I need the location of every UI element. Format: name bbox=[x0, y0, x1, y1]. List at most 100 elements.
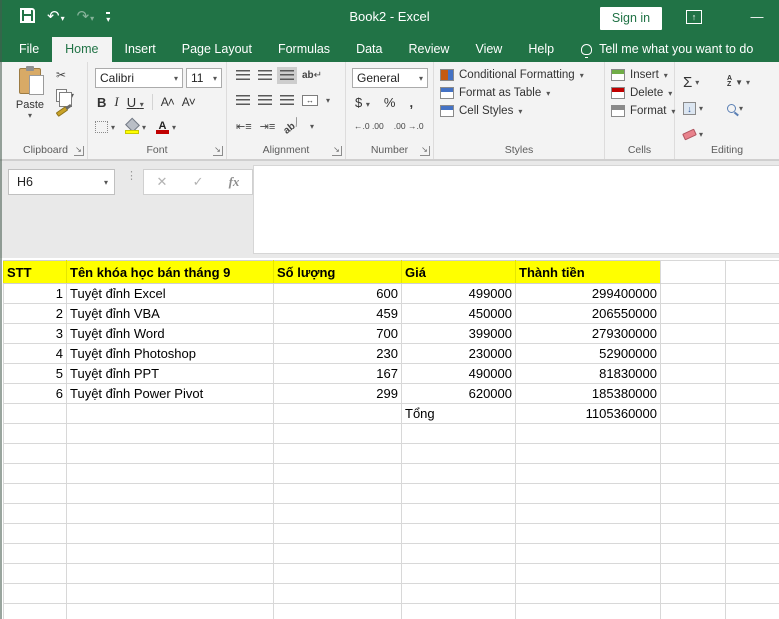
cell[interactable] bbox=[725, 603, 779, 619]
cell[interactable] bbox=[515, 543, 661, 564]
column-header[interactable]: Số lượng bbox=[273, 260, 402, 284]
cell[interactable] bbox=[3, 423, 67, 444]
cell[interactable] bbox=[273, 543, 402, 564]
cell[interactable] bbox=[515, 483, 661, 504]
quantity-cell[interactable]: 299 bbox=[273, 383, 402, 404]
cell[interactable] bbox=[660, 363, 726, 384]
amount-cell[interactable]: 299400000 bbox=[515, 283, 661, 304]
cell[interactable] bbox=[273, 503, 402, 524]
column-header[interactable]: Giá bbox=[401, 260, 516, 284]
ribbon-display-options-icon[interactable]: ↑ bbox=[686, 10, 702, 24]
cell[interactable] bbox=[273, 523, 402, 544]
cell[interactable] bbox=[515, 563, 661, 584]
cell[interactable] bbox=[3, 563, 67, 584]
course-name-cell[interactable]: Tuyệt đỉnh Photoshop bbox=[66, 343, 274, 364]
cell[interactable] bbox=[725, 503, 779, 524]
cell[interactable] bbox=[660, 283, 726, 304]
fill-color-icon[interactable] bbox=[125, 120, 140, 134]
quantity-cell[interactable]: 459 bbox=[273, 303, 402, 324]
cell[interactable] bbox=[515, 523, 661, 544]
increase-indent-icon[interactable]: ⇥≡ bbox=[260, 120, 276, 133]
conditional-formatting-button[interactable]: Conditional Formatting ▾ bbox=[440, 69, 584, 81]
cell[interactable] bbox=[66, 443, 274, 464]
cell[interactable] bbox=[725, 563, 779, 584]
total-label-cell[interactable]: Tổng bbox=[401, 403, 516, 424]
cell[interactable] bbox=[660, 583, 726, 604]
font-name-select[interactable]: Calibri ▾ bbox=[95, 68, 183, 88]
cell[interactable] bbox=[66, 563, 274, 584]
price-cell[interactable]: 620000 bbox=[401, 383, 516, 404]
format-cells-button[interactable]: Format ▾ bbox=[611, 105, 675, 117]
autosum-button[interactable]: Σ ▾ bbox=[683, 74, 727, 91]
course-name-cell[interactable]: Tuyệt đỉnh VBA bbox=[66, 303, 274, 324]
cell[interactable] bbox=[3, 503, 67, 524]
bold-button[interactable]: B bbox=[97, 95, 106, 110]
cell[interactable] bbox=[660, 483, 726, 504]
cell[interactable] bbox=[515, 423, 661, 444]
find-select-button[interactable]: ▾ bbox=[727, 103, 771, 113]
cell[interactable] bbox=[401, 483, 516, 504]
borders-icon[interactable] bbox=[95, 121, 108, 133]
amount-cell[interactable]: 81830000 bbox=[515, 363, 661, 384]
price-cell[interactable]: 499000 bbox=[401, 283, 516, 304]
merge-center-icon[interactable]: ↔ bbox=[302, 95, 318, 106]
increase-decimal-button[interactable]: ←.0 .00 bbox=[354, 121, 384, 131]
cell[interactable] bbox=[3, 443, 67, 464]
decrease-indent-icon[interactable]: ⇤≡ bbox=[236, 120, 252, 133]
cell[interactable] bbox=[660, 343, 726, 364]
cell[interactable] bbox=[725, 283, 779, 304]
cell[interactable] bbox=[660, 523, 726, 544]
format-as-table-button[interactable]: Format as Table ▾ bbox=[440, 87, 584, 99]
grand-total-cell[interactable]: 1105360000 bbox=[515, 403, 661, 424]
cell[interactable] bbox=[3, 583, 67, 604]
cell[interactable] bbox=[66, 503, 274, 524]
cell[interactable] bbox=[660, 543, 726, 564]
clipboard-dialog-launcher[interactable]: ↘ bbox=[74, 146, 84, 156]
cell[interactable] bbox=[401, 603, 516, 619]
cell[interactable] bbox=[660, 503, 726, 524]
cell[interactable] bbox=[725, 543, 779, 564]
cell[interactable] bbox=[3, 603, 67, 619]
tell-me-search[interactable]: Tell me what you want to do bbox=[567, 37, 761, 62]
cell[interactable] bbox=[725, 583, 779, 604]
formula-bar-handle[interactable]: ⋮ bbox=[126, 171, 137, 182]
decrease-font-size-button[interactable]: A˅ bbox=[182, 95, 196, 109]
cell[interactable] bbox=[401, 503, 516, 524]
number-dialog-launcher[interactable]: ↘ bbox=[420, 146, 430, 156]
amount-cell[interactable]: 185380000 bbox=[515, 383, 661, 404]
cut-icon[interactable]: ✂ bbox=[56, 68, 66, 82]
align-right-icon[interactable] bbox=[280, 95, 294, 106]
cell[interactable] bbox=[401, 583, 516, 604]
column-header[interactable]: Tên khóa học bán tháng 9 bbox=[66, 260, 274, 284]
cell[interactable] bbox=[515, 463, 661, 484]
cell[interactable] bbox=[401, 543, 516, 564]
cell[interactable] bbox=[66, 603, 274, 619]
cell-styles-button[interactable]: Cell Styles ▾ bbox=[440, 105, 584, 117]
quantity-cell[interactable]: 230 bbox=[273, 343, 402, 364]
cell[interactable] bbox=[515, 603, 661, 619]
bottom-align-icon[interactable] bbox=[277, 67, 297, 84]
cell[interactable] bbox=[660, 383, 726, 404]
cell[interactable] bbox=[660, 563, 726, 584]
underline-button[interactable]: U ▾ bbox=[127, 95, 144, 110]
name-box[interactable]: H6 ▾ bbox=[8, 169, 115, 195]
tab-formulas[interactable]: Formulas bbox=[265, 37, 343, 62]
tab-review[interactable]: Review bbox=[395, 37, 462, 62]
cell[interactable] bbox=[273, 483, 402, 504]
price-cell[interactable]: 230000 bbox=[401, 343, 516, 364]
cell[interactable] bbox=[401, 423, 516, 444]
cell[interactable] bbox=[66, 523, 274, 544]
stt-cell[interactable]: 1 bbox=[3, 283, 67, 304]
cell[interactable] bbox=[660, 260, 726, 284]
cell[interactable] bbox=[660, 603, 726, 619]
cell[interactable] bbox=[660, 443, 726, 464]
price-cell[interactable]: 399000 bbox=[401, 323, 516, 344]
cell[interactable] bbox=[273, 443, 402, 464]
cell[interactable] bbox=[660, 323, 726, 344]
number-format-select[interactable]: General ▾ bbox=[352, 68, 428, 88]
amount-cell[interactable]: 206550000 bbox=[515, 303, 661, 324]
format-painter-icon[interactable] bbox=[55, 106, 69, 117]
insert-cells-button[interactable]: Insert ▾ bbox=[611, 69, 675, 81]
delete-cells-button[interactable]: Delete ▾ bbox=[611, 87, 675, 99]
stt-cell[interactable]: 5 bbox=[3, 363, 67, 384]
